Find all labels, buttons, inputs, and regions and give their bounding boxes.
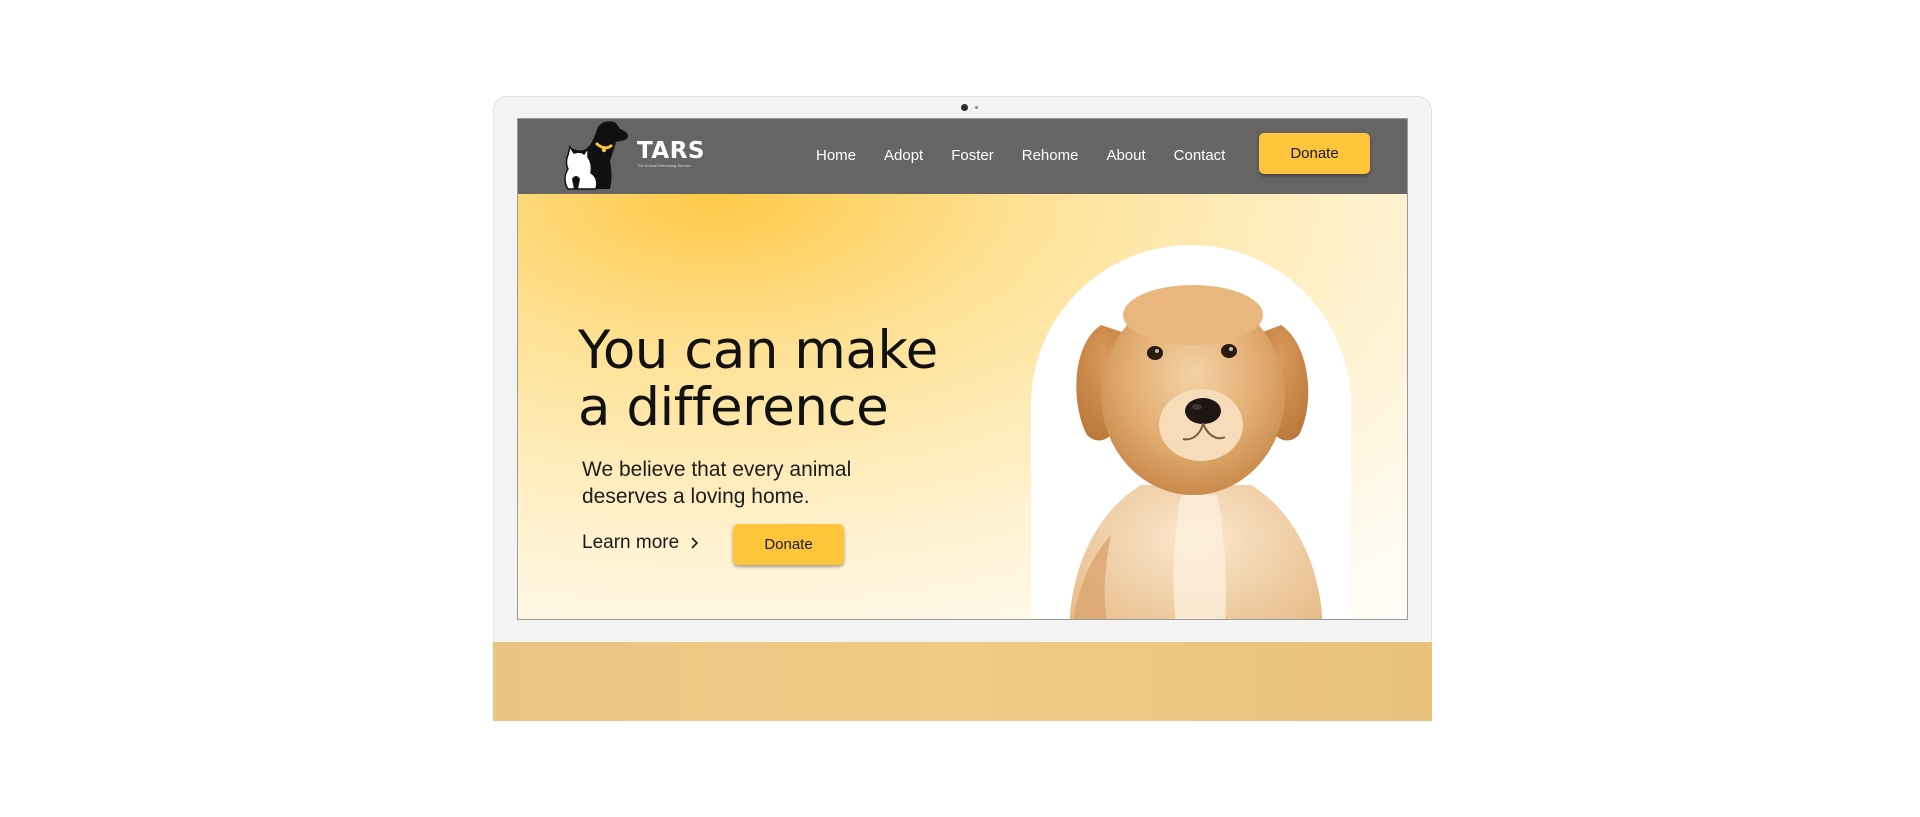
golden-retriever-puppy-image: [1069, 285, 1323, 619]
sensor-dot: [975, 106, 978, 109]
nav-item-home[interactable]: Home: [816, 147, 856, 164]
nav-item-about[interactable]: About: [1106, 147, 1145, 164]
nav-item-rehome[interactable]: Rehome: [1022, 147, 1079, 164]
learn-more-link[interactable]: Learn more: [582, 532, 699, 554]
hero-headline: You can make a difference: [578, 322, 938, 436]
hero-donate-button[interactable]: Donate: [733, 524, 844, 565]
hero-headline-line1: You can make: [578, 320, 938, 381]
chevron-right-icon: [691, 537, 699, 549]
hero-subtext: We believe that every animal deserves a …: [582, 458, 852, 508]
dog-and-cat-logo-icon[interactable]: [554, 119, 634, 191]
main-nav: Home Adopt Foster Rehome About Contact: [816, 119, 1253, 191]
brand-wordmark[interactable]: TARS The Animal Rehoming Service: [637, 139, 705, 169]
webcam-icon: [961, 104, 968, 111]
nav-item-contact[interactable]: Contact: [1174, 147, 1226, 164]
learn-more-label: Learn more: [582, 532, 680, 553]
brand-name: TARS: [637, 138, 705, 164]
site-header: TARS The Animal Rehoming Service Home Ad…: [518, 119, 1407, 194]
hero-section: You can make a difference We believe tha…: [518, 194, 1407, 619]
puppy-image-frame: [1031, 245, 1351, 619]
hero-headline-line2: a difference: [578, 377, 889, 438]
monitor-chin: [493, 642, 1432, 721]
nav-item-adopt[interactable]: Adopt: [884, 147, 923, 164]
header-donate-button[interactable]: Donate: [1259, 133, 1370, 174]
website-screen: TARS The Animal Rehoming Service Home Ad…: [517, 118, 1408, 620]
nav-item-foster[interactable]: Foster: [951, 147, 994, 164]
